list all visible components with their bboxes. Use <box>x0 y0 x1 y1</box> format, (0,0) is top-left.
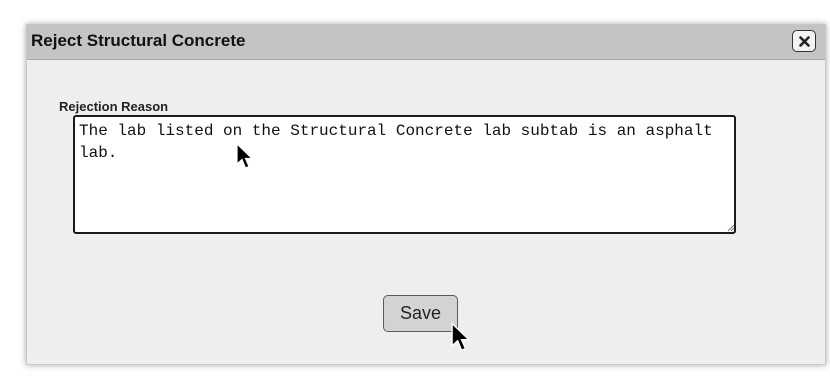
dialog-title: Reject Structural Concrete <box>31 31 246 50</box>
rejection-reason-label: Rejection Reason <box>59 99 169 114</box>
rejection-reason-field[interactable]: The lab listed on the Structural Concret… <box>73 115 736 234</box>
dialog-titlebar: Reject Structural Concrete <box>27 25 825 60</box>
resize-grip-icon[interactable] <box>726 223 735 232</box>
page: Reject Structural Concrete Rejection Rea… <box>0 0 830 379</box>
close-icon <box>799 36 810 47</box>
reject-dialog: Reject Structural Concrete Rejection Rea… <box>26 24 826 365</box>
save-button[interactable]: Save <box>383 295 458 332</box>
close-button[interactable] <box>792 30 816 52</box>
